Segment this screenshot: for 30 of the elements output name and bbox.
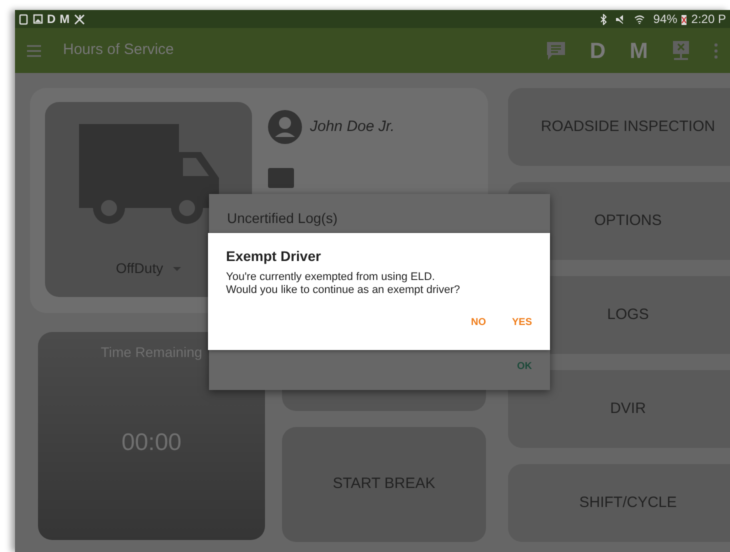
bluetooth-icon xyxy=(600,14,608,24)
phone-icon xyxy=(19,14,29,24)
dark-square-icon xyxy=(268,168,294,188)
image-icon xyxy=(33,14,43,24)
app-title: Hours of Service xyxy=(63,40,174,60)
status-letter: M xyxy=(60,11,70,28)
menu-tile-button[interactable]: ROADSIDE INSPECTION xyxy=(508,88,730,166)
wifi-icon xyxy=(634,14,646,24)
truck-icon xyxy=(78,124,218,224)
battery-percent: 94% xyxy=(653,11,678,28)
toolbar-letter[interactable]: D xyxy=(590,34,606,67)
menu-button[interactable] xyxy=(27,44,41,56)
dialog-button[interactable]: YES xyxy=(512,315,532,330)
computer-icon[interactable] xyxy=(672,40,690,62)
person-icon xyxy=(268,110,302,144)
more-icon[interactable] xyxy=(714,42,718,58)
menu-tile-button[interactable]: DVIR xyxy=(508,370,730,448)
dialog-title: Exempt Driver xyxy=(226,247,322,266)
menu-tile-button[interactable]: SHIFT/CYCLE xyxy=(508,464,730,542)
crossed-tool-icon xyxy=(74,14,85,24)
driver-name: John Doe Jr. xyxy=(310,116,394,137)
status-letter: D xyxy=(47,11,56,28)
battery-icon xyxy=(681,14,688,24)
status-time: 2:20 P xyxy=(691,11,726,28)
message-icon[interactable] xyxy=(546,40,566,60)
dialog-message: You're currently exempted from using ELD. Would you like to continue as an exempt driver? xyxy=(226,271,461,298)
toolbar-letter[interactable]: M xyxy=(630,34,648,67)
dialog-button[interactable]: NO xyxy=(470,315,486,330)
menu-icon xyxy=(27,44,41,56)
dialog-title: Uncertified Log(s) xyxy=(227,209,338,228)
